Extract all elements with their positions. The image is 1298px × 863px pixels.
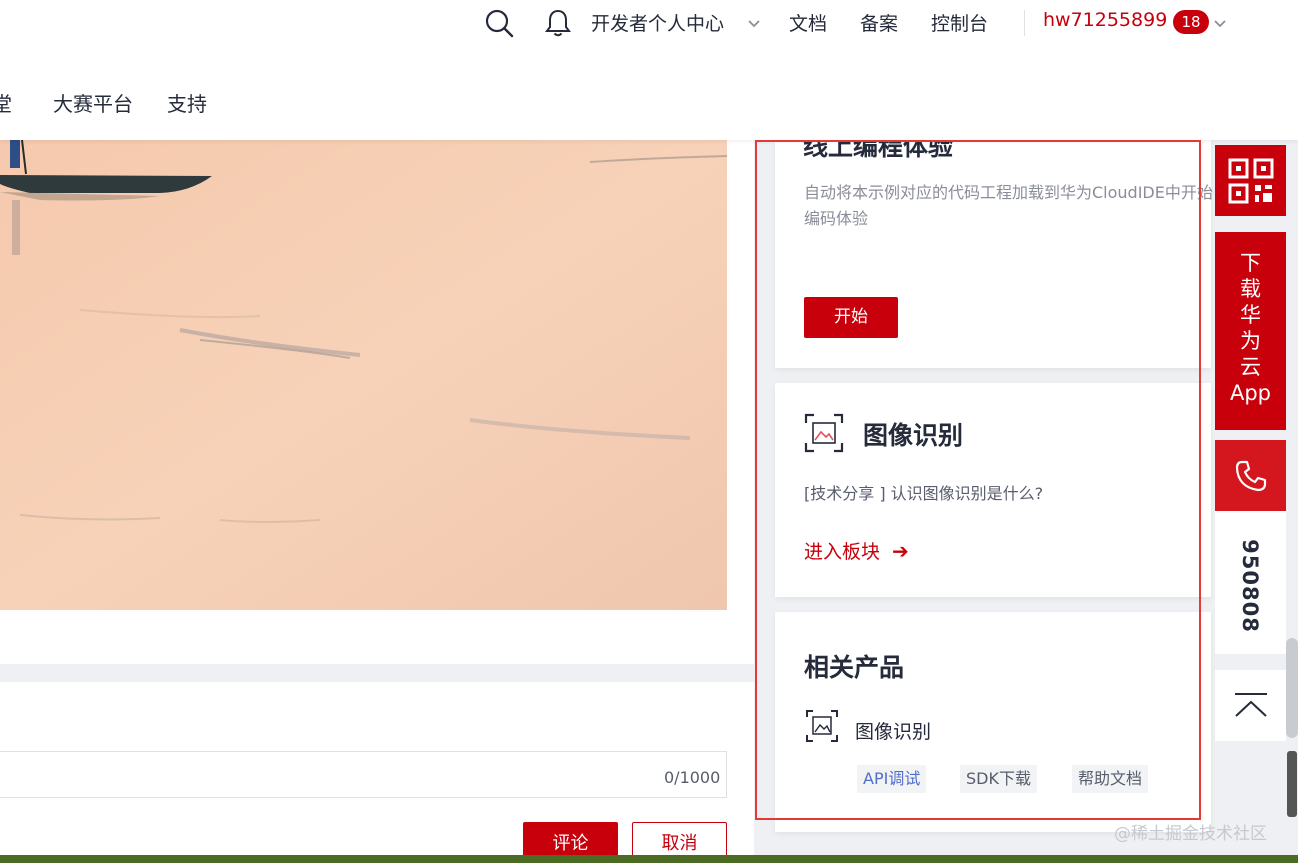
back-to-top-icon bbox=[1234, 692, 1267, 717]
bell-icon[interactable] bbox=[543, 8, 573, 38]
app-label-line: 载 bbox=[1240, 277, 1261, 301]
phone-button[interactable] bbox=[1215, 440, 1286, 511]
qr-code-icon bbox=[1228, 158, 1273, 203]
comment-char-counter: 0/1000 bbox=[664, 768, 721, 787]
notification-badge[interactable]: 18 bbox=[1173, 10, 1209, 34]
console-link[interactable]: 控制台 bbox=[931, 9, 988, 36]
river-boat-illustration bbox=[0, 140, 727, 610]
tech-share-link[interactable]: [技术分享 ] 认识图像识别是什么? bbox=[804, 480, 1043, 504]
download-app-button[interactable]: 下 载 华 为 云 App bbox=[1215, 232, 1286, 430]
back-to-top-button[interactable] bbox=[1215, 670, 1286, 741]
app-label-line: App bbox=[1229, 381, 1272, 405]
volume-meter bbox=[1287, 751, 1297, 817]
bottom-strip bbox=[0, 855, 1298, 863]
app-label-line: 云 bbox=[1240, 355, 1261, 379]
phone-icon bbox=[1235, 460, 1266, 491]
enter-section-label: 进入板块 bbox=[804, 541, 881, 563]
app-label-line: 为 bbox=[1240, 329, 1261, 353]
qr-code-button[interactable] bbox=[1215, 145, 1286, 216]
help-docs-link[interactable]: 帮助文档 bbox=[1072, 765, 1149, 793]
image-recognition-icon bbox=[806, 710, 838, 742]
phone-number: 950808 bbox=[1238, 539, 1262, 633]
username-link[interactable]: hw71255899 bbox=[1043, 9, 1167, 31]
filing-link[interactable]: 备案 bbox=[860, 9, 898, 36]
nav-item-classroom[interactable]: 堂 bbox=[0, 88, 12, 117]
app-label-line: 下 bbox=[1240, 251, 1261, 275]
product-name[interactable]: 图像识别 bbox=[855, 717, 931, 744]
image-recognition-title: 图像识别 bbox=[863, 421, 964, 450]
enter-section-link[interactable]: 进入板块 ➔ bbox=[804, 537, 909, 564]
chevron-down-icon[interactable] bbox=[1211, 14, 1229, 32]
image-recognition-icon bbox=[804, 413, 844, 453]
app-label-line: 华 bbox=[1240, 303, 1261, 327]
header-divider bbox=[1024, 10, 1025, 36]
related-products-card bbox=[775, 612, 1211, 832]
watermark: @稀土掘金技术社区 bbox=[1114, 824, 1267, 844]
developer-center-menu[interactable]: 开发者个人中心 bbox=[591, 9, 724, 36]
api-debug-link[interactable]: API调试 bbox=[857, 765, 927, 793]
nav-item-competition[interactable]: 大赛平台 bbox=[53, 88, 133, 117]
comment-input[interactable] bbox=[0, 751, 727, 798]
arrow-right-icon: ➔ bbox=[892, 538, 909, 563]
search-icon[interactable] bbox=[484, 8, 514, 38]
nav-item-support[interactable]: 支持 bbox=[167, 88, 207, 117]
online-coding-description: 自动将本示例对应的代码工程加载到华为CloudIDE中开始编码体验 bbox=[804, 183, 1213, 228]
scrollbar[interactable] bbox=[1286, 638, 1298, 738]
start-coding-button[interactable]: 开始 bbox=[804, 297, 898, 338]
sdk-download-link[interactable]: SDK下载 bbox=[960, 765, 1037, 793]
docs-link[interactable]: 文档 bbox=[789, 9, 827, 36]
related-products-title: 相关产品 bbox=[804, 653, 905, 682]
article-image bbox=[0, 140, 727, 610]
chevron-down-icon[interactable] bbox=[745, 14, 763, 32]
top-header: 开发者个人中心 文档 备案 控制台 hw71255899 18 堂 大赛平台 支… bbox=[0, 0, 1298, 140]
